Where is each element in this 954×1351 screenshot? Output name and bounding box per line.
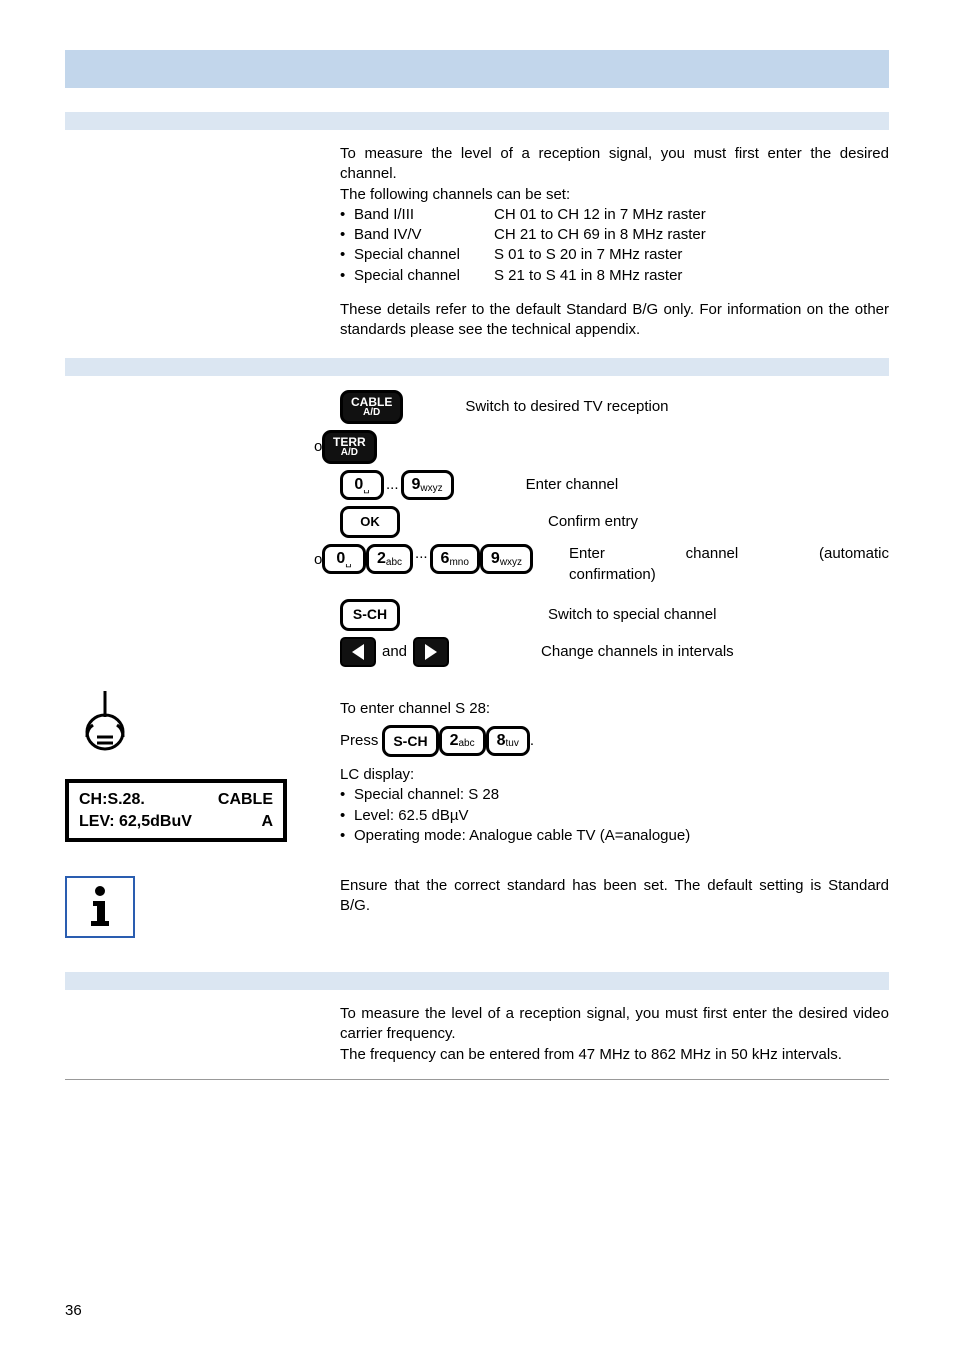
band-range: CH 21 to CH 69 in 8 MHz raster [494, 226, 706, 243]
lcd-item-list: •Special channel: S 28 •Level: 62.5 dBµV… [340, 785, 889, 846]
key-2[interactable]: 2abc [366, 544, 413, 574]
step-switch-tv: Switch to desired TV reception [465, 397, 668, 417]
key-0[interactable]: 0␣ [340, 470, 384, 500]
band-name: Band IV/V [354, 225, 494, 245]
key-0[interactable]: 0␣ [322, 544, 366, 574]
press-label: Press [340, 731, 378, 751]
lcd-item: Operating mode: Analogue cable TV (A=ana… [354, 827, 690, 844]
step-enter-channel: Enter channel [526, 475, 619, 495]
band-range: S 01 to S 20 in 7 MHz raster [494, 246, 682, 263]
section-bar-3 [65, 972, 889, 990]
and-label: and [382, 642, 407, 662]
key-2[interactable]: 2abc [439, 726, 486, 756]
ellipsis: ... [386, 475, 399, 495]
step-enter-auto: Enter channel (automatic confirmation) [569, 544, 889, 585]
header-bar [65, 50, 889, 88]
section-bar-1 [65, 112, 889, 130]
lcd-line1-left: CH:S.28. [79, 789, 192, 811]
example-title: To enter channel S 28: [340, 699, 889, 719]
band-range: S 21 to S 41 in 8 MHz raster [494, 267, 682, 284]
key-left[interactable] [340, 637, 376, 667]
intro-line1: To measure the level of a reception sign… [340, 144, 889, 185]
lcd-line1-right: CABLE [218, 789, 273, 811]
arrow-right-icon [425, 644, 437, 660]
ellipsis: ... [415, 544, 428, 564]
lcd-display: CH:S.28. LEV: 62,5dBuV CABLE A [65, 779, 287, 842]
intro-note: These details refer to the default Stand… [340, 300, 889, 341]
band-name: Special channel [354, 266, 494, 286]
intro-line2: The following channels can be set: [340, 185, 889, 205]
lcd-item: Special channel: S 28 [354, 786, 499, 803]
step-confirm: Confirm entry [548, 512, 638, 532]
arrow-left-icon [352, 644, 364, 660]
band-list: •Band I/IIICH 01 to CH 12 in 7 MHz raste… [340, 205, 889, 286]
freq-p2: The frequency can be entered from 47 MHz… [340, 1045, 889, 1065]
key-s-ch[interactable]: S-CH [382, 725, 438, 757]
lcd-heading: LC display: [340, 765, 889, 785]
pointing-hand-icon [75, 685, 135, 755]
step-intervals: Change channels in intervals [541, 642, 734, 662]
info-text: Ensure that the correct standard has bee… [340, 876, 889, 917]
key-8[interactable]: 8tuv [486, 726, 530, 756]
key-right[interactable] [413, 637, 449, 667]
key-s-ch[interactable]: S-CH [340, 599, 400, 631]
button-cable-ad[interactable]: CABLEA/D [340, 390, 403, 424]
page-number: 36 [65, 1301, 82, 1321]
button-terr-ad[interactable]: TERRA/D [322, 430, 377, 464]
lcd-line2-right: A [218, 811, 273, 833]
band-range: CH 01 to CH 12 in 7 MHz raster [494, 206, 706, 223]
key-9[interactable]: 9wxyz [401, 470, 454, 500]
key-9[interactable]: 9wxyz [480, 544, 533, 574]
section-bar-2 [65, 358, 889, 376]
period: . [530, 731, 534, 751]
freq-p1: To measure the level of a reception sign… [340, 1004, 889, 1045]
lcd-line2-left: LEV: 62,5dBuV [79, 811, 192, 833]
info-icon [65, 876, 135, 938]
key-ok[interactable]: OK [340, 506, 400, 538]
step-special: Switch to special channel [548, 605, 716, 625]
lcd-item: Level: 62.5 dBµV [354, 807, 469, 824]
band-name: Special channel [354, 245, 494, 265]
key-6[interactable]: 6mno [430, 544, 480, 574]
band-name: Band I/III [354, 205, 494, 225]
